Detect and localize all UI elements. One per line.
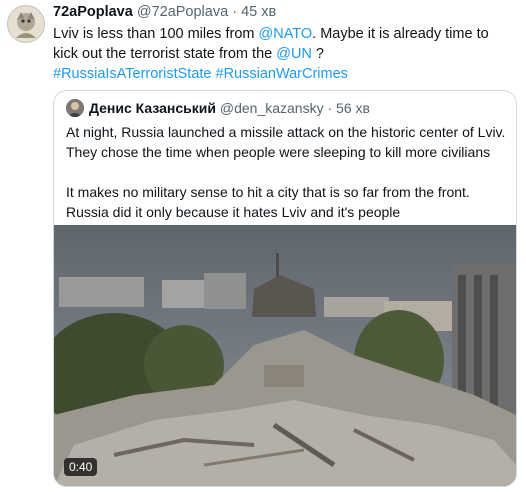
avatar[interactable] — [7, 5, 45, 43]
author-name[interactable]: 72aPoplava — [53, 4, 133, 20]
quoted-text: At night, Russia launched a missile atta… — [66, 122, 506, 222]
mention-nato-link[interactable]: @NATO — [259, 26, 313, 42]
hashtag-link[interactable]: #RussianWarCrimes — [216, 66, 348, 82]
hashtag-link[interactable]: #RussiaIsATerroristState — [53, 66, 211, 82]
tweet-text-part: ? — [311, 46, 324, 62]
quoted-tweet[interactable]: Денис Казанський @den_kazansky · 56 хв A… — [53, 90, 517, 487]
quoted-paragraph: It makes no military sense to hit a city… — [66, 184, 470, 220]
video-thumbnail — [54, 225, 516, 486]
quoted-timestamp[interactable]: 56 хв — [336, 100, 370, 116]
quoted-avatar-image — [66, 99, 84, 117]
timestamp[interactable]: 45 хв — [241, 4, 276, 20]
quoted-header: Денис Казанський @den_kazansky · 56 хв — [66, 99, 370, 117]
tweet-header: 72aPoplava @72aPoplava · 45 хв — [53, 4, 276, 20]
quoted-avatar[interactable] — [66, 99, 84, 117]
avatar-image — [8, 6, 44, 42]
mention-un-link[interactable]: @UN — [276, 46, 312, 62]
tweet-text-part: Lviv is less than 100 miles from — [53, 26, 259, 42]
separator-dot: · — [232, 4, 238, 20]
tweet[interactable]: 72aPoplava @72aPoplava · 45 хв Lviv is l… — [0, 0, 526, 492]
author-handle[interactable]: @72aPoplava — [137, 4, 228, 20]
separator-dot: · — [327, 100, 333, 116]
quoted-author-handle[interactable]: @den_kazansky — [220, 100, 324, 116]
video-player[interactable]: 0:40 — [54, 225, 516, 486]
tweet-text: Lviv is less than 100 miles from @NATO. … — [53, 24, 508, 84]
quoted-author-name[interactable]: Денис Казанський — [89, 100, 216, 116]
quoted-paragraph: At night, Russia launched a missile atta… — [66, 124, 506, 160]
video-duration: 0:40 — [64, 458, 98, 476]
